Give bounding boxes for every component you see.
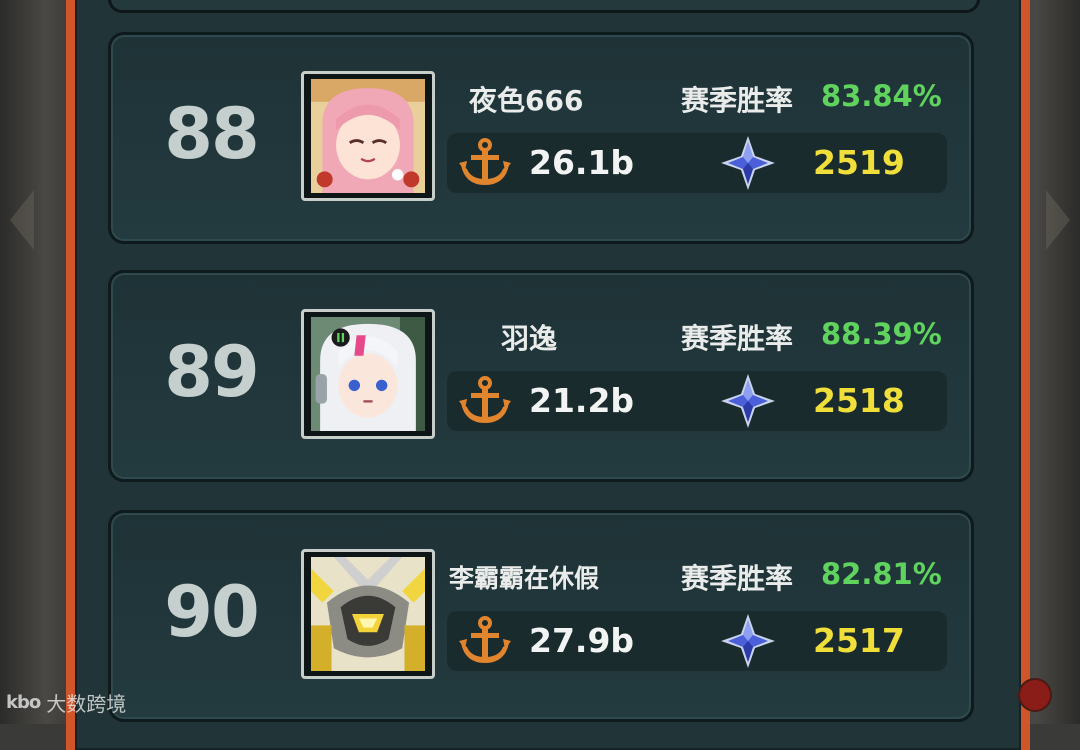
leaderboard-entry[interactable]: 88 夜色666 赛季胜率 83.84% 26.1b 2519 [108,32,974,244]
win-rate-value: 83.84% [821,79,942,113]
left-background [0,0,75,724]
watermark-text: 大数跨境 [46,692,127,716]
score-value: 2517 [813,621,905,660]
win-rate-value: 82.81% [821,557,942,591]
pink-hair-avatar-icon [311,79,425,193]
player-avatar[interactable] [301,71,435,201]
stat-bar: 26.1b 2519 [447,133,947,193]
watermark: kbo 大数跨境 [6,688,126,717]
anchor-icon [459,138,511,185]
player-avatar[interactable] [301,549,435,679]
stat-bar: 21.2b 2518 [447,371,947,431]
win-rate-label: 赛季胜率 [681,562,794,595]
win-rate-label: 赛季胜率 [681,84,794,117]
score-value: 2519 [813,143,905,182]
watermark-logo: kbo [6,692,41,713]
previous-entry-edge [108,0,980,13]
win-rate-label: 赛季胜率 [681,322,794,355]
player-name: 夜色666 [469,84,584,117]
leaderboard-entry[interactable]: 89 羽逸 赛季胜率 88.39% 21.2b 2518 [108,270,974,482]
player-name: 李霸霸在休假 [449,564,600,593]
leaderboard-entry[interactable]: 90 李霸霸在休假 赛季胜率 82.81% 27.9b 2517 [108,510,974,722]
mech-armor-avatar-icon [311,557,425,671]
score-value: 2518 [813,381,905,420]
stat-bar: 27.9b 2517 [447,611,947,671]
gem-icon [721,136,775,190]
power-value: 26.1b [529,143,635,182]
player-avatar[interactable] [301,309,435,439]
power-value: 21.2b [529,381,635,420]
gem-icon [721,614,775,668]
rank-number: 90 [164,571,259,653]
anchor-icon [459,616,511,663]
win-rate-value: 88.39% [821,317,942,351]
power-value: 27.9b [529,621,635,660]
player-name: 羽逸 [501,322,558,355]
left-arrow-icon[interactable] [10,190,34,250]
gem-icon [721,374,775,428]
white-hair-avatar-icon [311,317,425,431]
right-arrow-icon[interactable] [1046,190,1070,250]
anchor-icon [459,376,511,423]
rank-number: 88 [164,93,259,175]
red-button-icon[interactable] [1018,678,1052,712]
rank-number: 89 [164,331,259,413]
